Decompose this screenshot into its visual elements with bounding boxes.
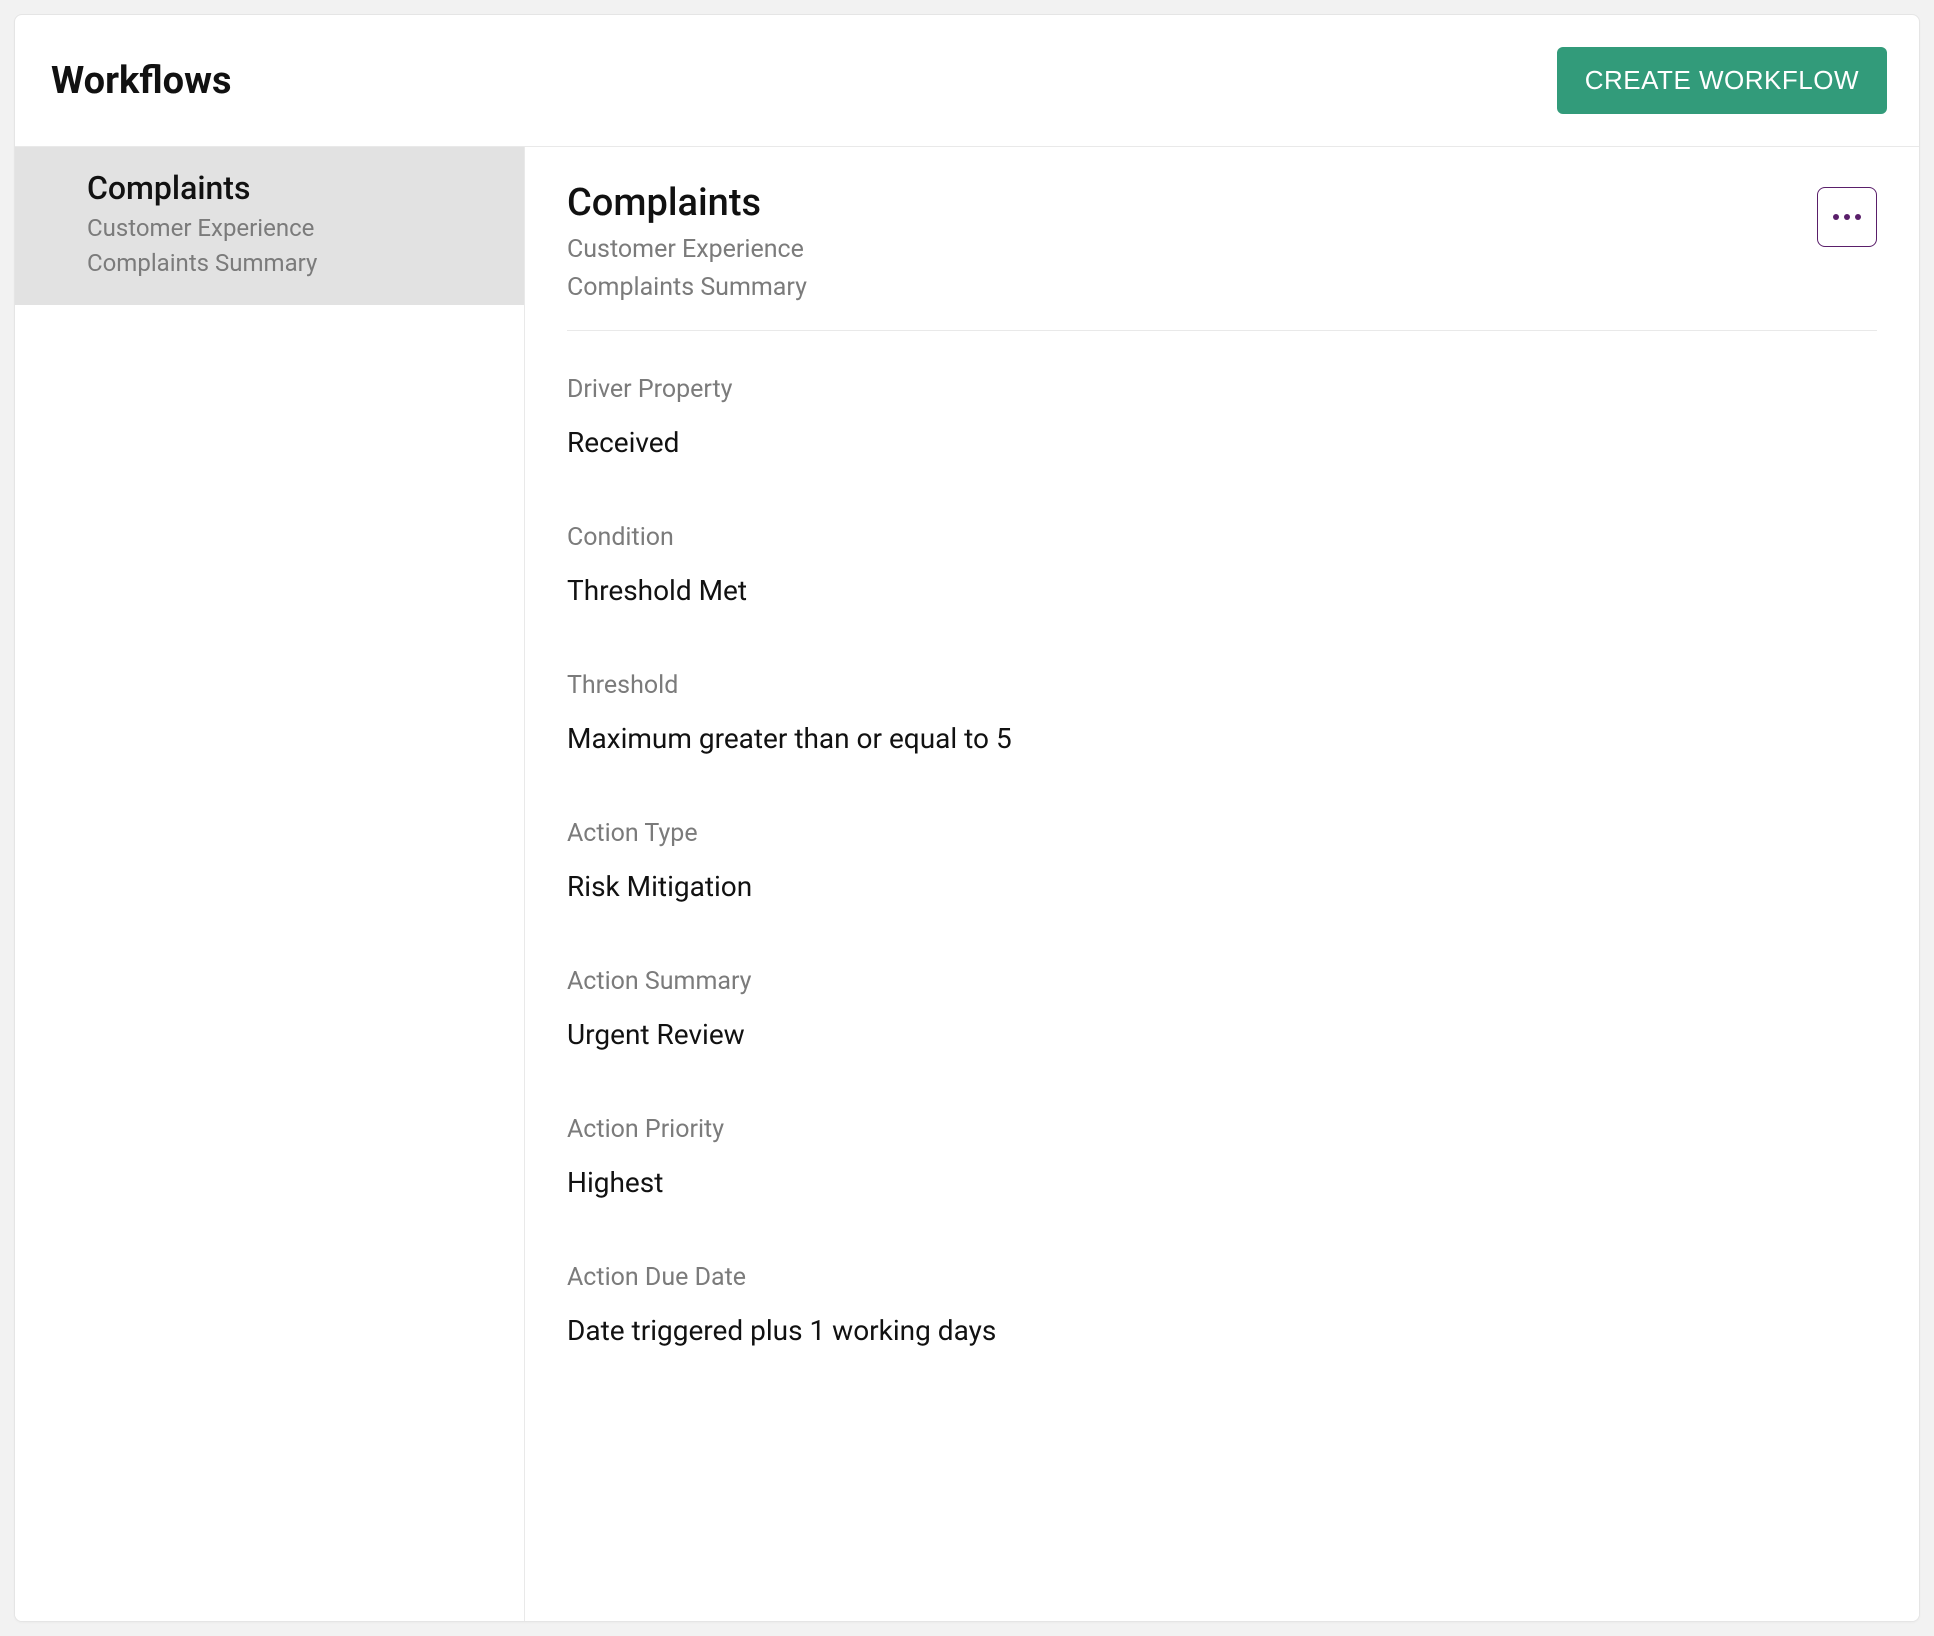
more-icon xyxy=(1844,214,1851,221)
field-action-due-date: Action Due Date Date triggered plus 1 wo… xyxy=(567,1263,1877,1347)
sidebar-item-subtitle: Complaints Summary xyxy=(87,246,496,281)
field-condition: Condition Threshold Met xyxy=(567,523,1877,607)
field-value: Threshold Met xyxy=(567,574,1877,607)
workflow-sidebar: Complaints Customer Experience Complaint… xyxy=(15,147,525,1621)
sidebar-item-subtitle: Customer Experience xyxy=(87,211,496,246)
detail-title: Complaints xyxy=(567,181,807,225)
field-label: Action Type xyxy=(567,819,1877,848)
more-icon xyxy=(1855,214,1862,221)
field-label: Driver Property xyxy=(567,375,1877,404)
create-workflow-button[interactable]: CREATE WORKFLOW xyxy=(1557,47,1887,114)
field-label: Condition xyxy=(567,523,1877,552)
field-label: Action Due Date xyxy=(567,1263,1877,1292)
field-label: Action Priority xyxy=(567,1115,1877,1144)
workflows-card: Workflows CREATE WORKFLOW Complaints Cus… xyxy=(14,14,1920,1622)
more-actions-button[interactable] xyxy=(1817,187,1877,247)
sidebar-item-complaints[interactable]: Complaints Customer Experience Complaint… xyxy=(15,147,524,305)
detail-subtitle: Complaints Summary xyxy=(567,269,807,307)
field-value: Urgent Review xyxy=(567,1018,1877,1051)
more-icon xyxy=(1833,214,1840,221)
workflow-detail: Complaints Customer Experience Complaint… xyxy=(525,147,1919,1621)
field-label: Threshold xyxy=(567,671,1877,700)
field-action-priority: Action Priority Highest xyxy=(567,1115,1877,1199)
detail-title-block: Complaints Customer Experience Complaint… xyxy=(567,181,807,306)
field-label: Action Summary xyxy=(567,967,1877,996)
field-action-summary: Action Summary Urgent Review xyxy=(567,967,1877,1051)
page-title: Workflows xyxy=(51,59,232,103)
field-value: Date triggered plus 1 working days xyxy=(567,1314,1877,1347)
sidebar-item-title: Complaints xyxy=(87,169,496,207)
field-driver-property: Driver Property Received xyxy=(567,375,1877,459)
field-value: Received xyxy=(567,426,1877,459)
card-header: Workflows CREATE WORKFLOW xyxy=(15,15,1919,147)
field-value: Highest xyxy=(567,1166,1877,1199)
field-action-type: Action Type Risk Mitigation xyxy=(567,819,1877,903)
field-value: Maximum greater than or equal to 5 xyxy=(567,722,1877,755)
card-body: Complaints Customer Experience Complaint… xyxy=(15,147,1919,1621)
field-threshold: Threshold Maximum greater than or equal … xyxy=(567,671,1877,755)
field-value: Risk Mitigation xyxy=(567,870,1877,903)
detail-fields: Driver Property Received Condition Thres… xyxy=(567,331,1877,1347)
detail-subtitle: Customer Experience xyxy=(567,231,807,269)
detail-header: Complaints Customer Experience Complaint… xyxy=(567,181,1877,331)
